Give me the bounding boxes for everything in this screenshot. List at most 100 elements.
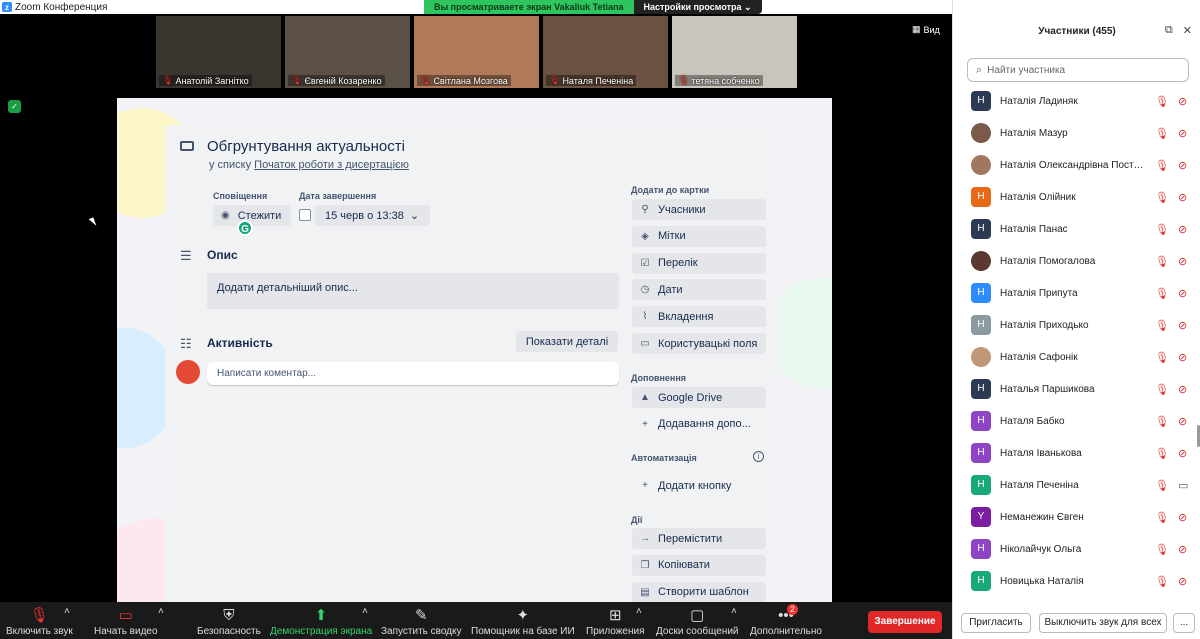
- microphone-muted-icon[interactable]: 🎙: [1155, 383, 1169, 396]
- sidebar-button-checklist[interactable]: ☑ Перелік: [632, 252, 766, 274]
- microphone-muted-icon[interactable]: 🎙: [1155, 95, 1169, 108]
- microphone-muted-icon[interactable]: 🎙: [1155, 255, 1169, 268]
- card-title[interactable]: Обгрунтування актуальності: [207, 138, 405, 155]
- microphone-muted-icon[interactable]: 🎙: [1155, 351, 1169, 364]
- camera-off-icon[interactable]: ⊘: [1178, 415, 1187, 428]
- mute-all-button[interactable]: Выключить звук для всех: [1039, 613, 1167, 633]
- participant-video-tile[interactable]: 🎙 тетяна собченко: [672, 16, 797, 88]
- sidebar-button-fields[interactable]: ▭ Користувацькі поля: [632, 333, 766, 354]
- sidebar-button-plus[interactable]: + Додати кнопку: [632, 475, 766, 496]
- video-camera-icon[interactable]: ▭: [1178, 479, 1188, 492]
- sidebar-button-plus[interactable]: + Додавання допо...: [632, 414, 766, 435]
- video-options-chevron-icon[interactable]: ˄: [158, 606, 164, 617]
- participant-row[interactable]: Н Наталя Печеніна 🎙 ▭: [953, 469, 1200, 501]
- security-button[interactable]: ⛨ Безопасность: [197, 606, 261, 637]
- participant-row[interactable]: Наталія Олександрівна Постер... 🎙 ⊘: [953, 149, 1200, 181]
- participant-row[interactable]: Н Новицька Наталія 🎙 ⊘: [953, 565, 1200, 597]
- participant-name-label: 🎙 тетяна собченко: [675, 75, 763, 86]
- pop-out-icon[interactable]: ⧉: [1165, 24, 1173, 37]
- microphone-muted-icon[interactable]: 🎙: [1155, 447, 1169, 460]
- sidebar-button-paperclip[interactable]: ⌇ Вкладення: [632, 306, 766, 328]
- participant-row[interactable]: Н Наталя Бабко 🎙 ⊘: [953, 405, 1200, 437]
- participant-row[interactable]: Наталія Помогалова 🎙 ⊘: [953, 245, 1200, 277]
- camera-off-icon[interactable]: ⊘: [1178, 159, 1187, 172]
- sidebar-button-clock[interactable]: ◷ Дати: [632, 279, 766, 301]
- end-meeting-button[interactable]: Завершение: [868, 611, 942, 633]
- participant-search-input[interactable]: ⌕ Найти участника: [967, 58, 1189, 82]
- participant-row[interactable]: Наталія Сафонік 🎙 ⊘: [953, 341, 1200, 373]
- microphone-muted-icon[interactable]: 🎙: [1155, 543, 1169, 556]
- invite-button[interactable]: Пригласить: [961, 613, 1031, 633]
- close-icon[interactable]: ✕: [1183, 24, 1192, 37]
- start-summary-button[interactable]: ✎ Запустить сводку: [381, 606, 462, 637]
- camera-off-icon[interactable]: ⊘: [1178, 447, 1187, 460]
- audio-options-chevron-icon[interactable]: ˄: [64, 606, 70, 617]
- camera-off-icon[interactable]: ⊘: [1178, 575, 1187, 588]
- sidebar-button-copy[interactable]: ❐ Копіювати: [632, 554, 766, 576]
- camera-off-icon[interactable]: ⊘: [1178, 351, 1187, 364]
- whiteboard-options-chevron-icon[interactable]: ˄: [731, 606, 737, 617]
- watch-button[interactable]: ◉ Стежити: [213, 205, 291, 226]
- participant-row[interactable]: Н Наталія Припута 🎙 ⊘: [953, 277, 1200, 309]
- participant-video-tile[interactable]: 🎙 Наталя Печеніна: [543, 16, 668, 88]
- apps-options-chevron-icon[interactable]: ˄: [636, 606, 642, 617]
- sidebar-button-drive[interactable]: ▲ Google Drive: [632, 387, 766, 408]
- participant-row[interactable]: Y Неманежин Євген 🎙 ⊘: [953, 501, 1200, 533]
- camera-off-icon[interactable]: ⊘: [1178, 223, 1187, 236]
- camera-off-icon[interactable]: ⊘: [1178, 511, 1187, 524]
- participant-row[interactable]: Наталія Мазур 🎙 ⊘: [953, 117, 1200, 149]
- participant-row[interactable]: Н Наталія Панас 🎙 ⊘: [953, 213, 1200, 245]
- participant-row[interactable]: Н Ніколайчук Ольга 🎙 ⊘: [953, 533, 1200, 565]
- participant-row[interactable]: Н Наталія Ладиняк 🎙 ⊘: [953, 85, 1200, 117]
- sidebar-button-arrow-right[interactable]: → Перемістити: [632, 528, 766, 549]
- ai-companion-button[interactable]: ✦ Помощник на базе ИИ: [471, 606, 575, 637]
- sidebar-button-tag[interactable]: ◈ Мітки: [632, 225, 766, 247]
- notification-badge: 2: [787, 604, 798, 615]
- unmute-button[interactable]: 🎙 Включить звук: [6, 606, 73, 637]
- grammarly-icon[interactable]: G: [237, 220, 253, 236]
- microphone-muted-icon[interactable]: 🎙: [1155, 319, 1169, 332]
- participant-video-tile[interactable]: 🎙 Світлана Мозгова: [414, 16, 539, 88]
- view-options-button[interactable]: Настройки просмотра ⌄: [633, 0, 762, 14]
- microphone-muted-icon[interactable]: 🎙: [1155, 159, 1169, 172]
- participant-status: 🎙 ⊘: [1155, 447, 1187, 460]
- camera-off-icon[interactable]: ⊘: [1178, 127, 1187, 140]
- participant-row[interactable]: Н Наталія Приходько 🎙 ⊘: [953, 309, 1200, 341]
- microphone-muted-icon[interactable]: 🎙: [1155, 511, 1169, 524]
- participant-row[interactable]: Н Наталья Паршикова 🎙 ⊘: [953, 373, 1200, 405]
- sidebar-button-person[interactable]: ⚲ Учасники: [632, 199, 766, 220]
- camera-off-icon[interactable]: ⊘: [1178, 383, 1187, 396]
- sidebar-button-template[interactable]: ▤ Створити шаблон: [632, 581, 766, 602]
- participant-video-tile[interactable]: 🎙 Євгеній Козаренко: [285, 16, 410, 88]
- more-options-button[interactable]: ...: [1173, 613, 1195, 633]
- info-icon[interactable]: i: [753, 451, 764, 462]
- whiteboards-button[interactable]: ▢ Доски сообщений: [656, 606, 739, 637]
- camera-off-icon[interactable]: ⊘: [1178, 319, 1187, 332]
- camera-off-icon[interactable]: ⊘: [1178, 287, 1187, 300]
- more-button[interactable]: ••• Дополнительно: [750, 606, 822, 637]
- share-screen-button[interactable]: ⬆ Демонстрация экрана: [270, 606, 372, 637]
- participant-row[interactable]: Н Наталія Олійник 🎙 ⊘: [953, 181, 1200, 213]
- microphone-muted-icon[interactable]: 🎙: [1155, 127, 1169, 140]
- camera-off-icon[interactable]: ⊘: [1178, 255, 1187, 268]
- description-field[interactable]: Додати детальніший опис...: [207, 273, 619, 309]
- microphone-muted-icon[interactable]: 🎙: [1155, 415, 1169, 428]
- start-video-button[interactable]: ▭ Начать видео: [94, 606, 158, 637]
- list-link[interactable]: Початок роботи з дисертацією: [254, 159, 409, 171]
- due-date-button[interactable]: 15 черв о 13:38 ⌄: [315, 205, 430, 226]
- microphone-muted-icon[interactable]: 🎙: [1155, 223, 1169, 236]
- participant-row[interactable]: Н Наталя Іванькова 🎙 ⊘: [953, 437, 1200, 469]
- microphone-muted-icon[interactable]: 🎙: [1155, 479, 1169, 492]
- microphone-muted-icon[interactable]: 🎙: [1155, 287, 1169, 300]
- participant-video-tile[interactable]: 🎙 Анатолій Загнітко: [156, 16, 281, 88]
- show-details-button[interactable]: Показати деталі: [516, 331, 618, 352]
- comment-input[interactable]: Написати коментар...: [207, 362, 619, 385]
- share-options-chevron-icon[interactable]: ˄: [362, 606, 368, 617]
- due-complete-checkbox[interactable]: [299, 209, 311, 221]
- camera-off-icon[interactable]: ⊘: [1178, 95, 1187, 108]
- camera-off-icon[interactable]: ⊘: [1178, 191, 1187, 204]
- microphone-muted-icon[interactable]: 🎙: [1155, 575, 1169, 588]
- microphone-muted-icon[interactable]: 🎙: [1155, 191, 1169, 204]
- view-button[interactable]: ▦ Вид: [912, 24, 940, 35]
- camera-off-icon[interactable]: ⊘: [1178, 543, 1187, 556]
